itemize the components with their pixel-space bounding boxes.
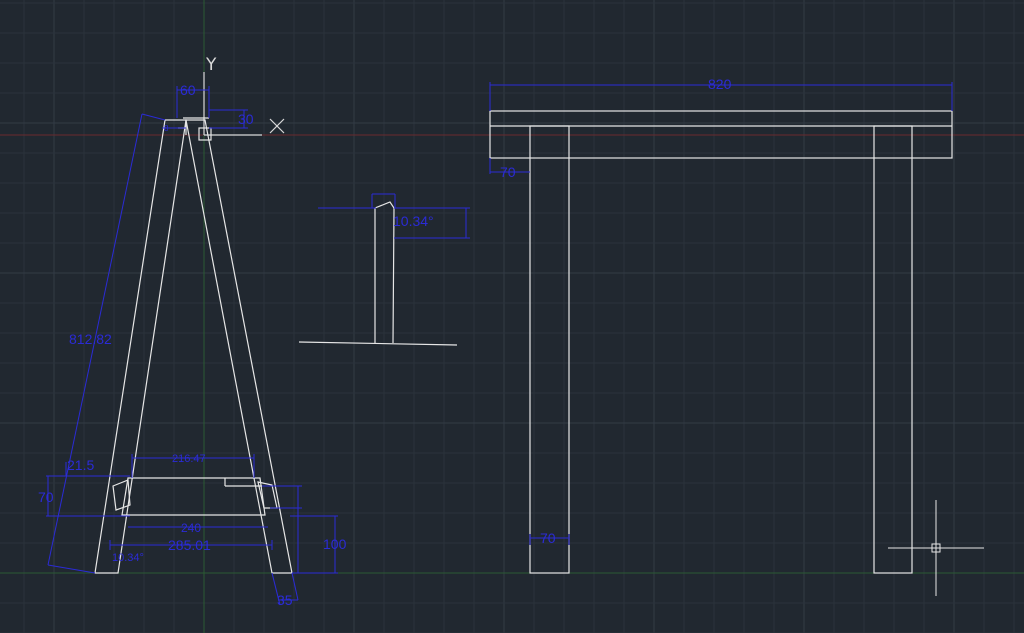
dim-top-height: 30 (238, 111, 254, 127)
dim-beam-leg-offset: 70 (500, 164, 516, 180)
stretcher (121, 477, 266, 516)
dim-top-small: 8 (164, 124, 169, 133)
model-space-canvas[interactable]: Y 60 30 8 812.82 21.5 70 216.47 240 285.… (0, 0, 1024, 633)
top-block (198, 127, 212, 141)
dim-beam-length: 820 (708, 76, 732, 92)
dim-side-angle: 10.34° (393, 213, 434, 229)
crosshair-cursor-icon (888, 500, 984, 596)
drawing-viewport[interactable]: Y 60 30 8 812.82 21.5 70 216.47 240 285.… (0, 0, 1024, 633)
front-view (489, 110, 953, 574)
dim-top-width: 60 (180, 82, 196, 98)
side-view-a-frame (94, 117, 293, 574)
front-view-dimensions (489, 82, 953, 545)
background-grid (0, 0, 1024, 633)
dim-angle-left: 21.5 (67, 457, 94, 473)
dim-foot-height: 100 (323, 536, 347, 552)
dim-leg-length: 812.82 (69, 331, 112, 347)
ucs-y-label: Y (205, 55, 217, 75)
dim-stretcher-mid: 240 (181, 521, 201, 535)
front-left-leg (529, 125, 570, 574)
dim-rail-height: 70 (38, 489, 54, 505)
dim-angle-bottom: 10.34° (112, 552, 144, 564)
dim-stretcher-base: 285.01 (168, 537, 211, 553)
front-right-leg (873, 125, 913, 574)
dim-leg-width-bottom: 70 (540, 530, 556, 546)
dim-stretcher-top: 216.47 (172, 453, 206, 465)
dim-foot-width: 35 (277, 592, 293, 608)
detail-base-line (298, 341, 458, 346)
